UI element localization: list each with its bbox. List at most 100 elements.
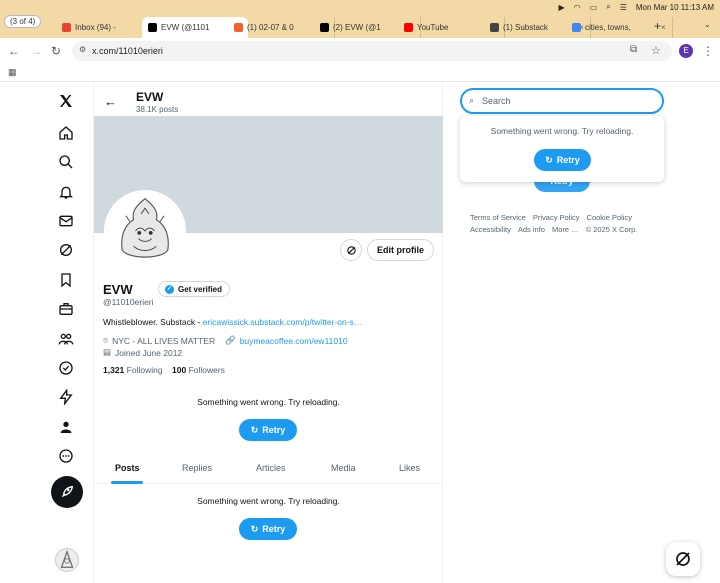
refresh-icon: ↻ [250, 523, 259, 534]
new-tab-icon[interactable]: + [654, 19, 661, 33]
post-button[interactable] [51, 476, 83, 508]
profile-joined: Joined June 2012 [115, 347, 183, 358]
tab-favicon-icon [572, 23, 581, 32]
notifications-bell-icon[interactable] [56, 182, 76, 202]
profile-location: NYC - ALL LIVES MATTER [112, 335, 216, 346]
bookmark-star-icon[interactable]: ☆ [651, 44, 661, 57]
search-error-message: Something went wrong. Try reloading. [490, 126, 634, 136]
back-arrow-icon[interactable]: ← [104, 94, 117, 109]
site-info-icon[interactable]: ⚙ [79, 45, 86, 54]
terms-link[interactable]: Terms of Service [470, 213, 526, 222]
link-icon: 🔗 [225, 335, 236, 345]
search-input[interactable]: ⌕ Search [460, 88, 664, 114]
retry-label: Retry [262, 524, 286, 534]
retry-button-posts[interactable]: ↻ Retry [239, 518, 297, 540]
tab-close-icon[interactable]: × [661, 23, 666, 32]
search-icon[interactable]: ⌕ [606, 2, 610, 12]
more-link[interactable]: More … [552, 225, 579, 234]
followers-count: 100 [172, 365, 187, 375]
tab-title: EVW (@1101 [161, 23, 210, 32]
following-link[interactable]: 1,321 Following [103, 365, 163, 375]
tab-search-chevron-down-icon[interactable]: ⌄ [704, 20, 711, 29]
followers-label: Followers [188, 365, 225, 375]
profile-website[interactable]: buymeacoffee.com/ew11010 [240, 336, 348, 346]
tab-posts[interactable]: Posts [115, 463, 140, 473]
followers-link[interactable]: 100 Followers [172, 365, 225, 375]
tab-likes[interactable]: Likes [399, 463, 420, 473]
bookmarks-bar: ▦ [0, 64, 720, 82]
calendar-icon: ▤ [103, 347, 112, 357]
grok-icon [676, 552, 690, 566]
explore-search-icon[interactable] [56, 152, 76, 172]
tab-replies[interactable]: Replies [182, 463, 212, 473]
profile-bio: Whistleblower. Substack - ericawissick.s… [103, 317, 362, 327]
home-icon[interactable] [56, 123, 76, 143]
grok-icon[interactable] [56, 240, 76, 260]
retry-button-highlights[interactable]: ↻ Retry [239, 419, 297, 441]
cookie-link[interactable]: Cookie Policy [587, 213, 632, 222]
menu-icon[interactable]: ⋮ [702, 44, 714, 58]
messages-envelope-icon[interactable] [56, 211, 76, 231]
x-profile-page: ← EVW 38.1K posts Edit profile EVW ✓ Get… [0, 82, 720, 583]
more-options-icon[interactable] [56, 446, 76, 466]
play-icon[interactable]: ▶ [559, 3, 565, 12]
search-retry-button[interactable]: ↻ Retry [534, 149, 591, 171]
bio-text: Whistleblower. Substack - [103, 317, 203, 327]
cast-icon[interactable]: ⧉ [630, 44, 637, 55]
tab-favicon-icon [148, 23, 157, 32]
forward-icon[interactable]: → [30, 44, 42, 58]
profile-person-icon[interactable] [56, 417, 76, 437]
bio-link[interactable]: ericawissick.substack.com/p/twitter-on-s… [203, 317, 363, 327]
control-center-icon[interactable]: ☰ [620, 3, 627, 12]
tab-media[interactable]: Media [331, 463, 356, 473]
edit-profile-button[interactable]: Edit profile [367, 239, 434, 261]
premium-lightning-icon[interactable] [56, 387, 76, 407]
get-verified-button[interactable]: ✓ Get verified [158, 281, 231, 297]
x-logo-icon[interactable] [56, 91, 76, 111]
profile-location-row: ⌾ NYC - ALL LIVES MATTER 🔗 buymeacoffee.… [103, 335, 348, 346]
posts-count: 38.1K posts [136, 105, 179, 114]
refresh-icon: ↻ [250, 424, 259, 435]
left-navigation [50, 82, 90, 583]
url-field[interactable]: ⚙ x.com/11010erieri [72, 41, 672, 61]
tab-title: Inbox (94) - [75, 23, 116, 32]
get-verified-label: Get verified [178, 284, 223, 294]
clock[interactable]: Mon Mar 10 11:13 AM [636, 3, 714, 12]
profile-main-column: ← EVW 38.1K posts Edit profile EVW ✓ Get… [93, 82, 443, 583]
compose-feather-icon [61, 485, 74, 498]
tab-count-badge: (3 of 4) [4, 15, 42, 28]
retry-label: Retry [262, 425, 286, 435]
back-icon[interactable]: ← [8, 44, 20, 58]
profile-tabs: Posts Replies Articles Media Likes [94, 454, 443, 484]
wifi-icon[interactable]: ◠ [574, 3, 581, 12]
verified-orgs-icon[interactable] [56, 358, 76, 378]
os-menu-bar: ▶ ◠ ▭ ⌕ ☰ Mon Mar 10 11:13 AM [0, 0, 720, 14]
tab-title: (1) 02-07 & 0 [247, 23, 294, 32]
accessibility-link[interactable]: Accessibility [470, 225, 511, 234]
search-dropdown: Something went wrong. Try reloading. ↻ Re… [460, 116, 664, 182]
bookmarks-icon[interactable] [56, 270, 76, 290]
privacy-link[interactable]: Privacy Policy [533, 213, 580, 222]
account-avatar[interactable] [55, 548, 79, 572]
footer-links: Terms of Service Privacy Policy Cookie Pol… [470, 212, 660, 236]
search-placeholder: Search [482, 96, 511, 106]
following-count: 1,321 [103, 365, 125, 375]
reload-icon[interactable]: ↻ [51, 44, 61, 58]
communities-icon[interactable] [56, 329, 76, 349]
tab-title: YouTube [417, 23, 449, 32]
battery-icon[interactable]: ▭ [590, 3, 598, 12]
apps-grid-icon[interactable]: ▦ [8, 67, 17, 78]
grok-floating-button[interactable] [666, 542, 700, 576]
profile-avatar-image[interactable] [104, 190, 186, 272]
tab-favicon-icon [234, 23, 243, 32]
jobs-briefcase-icon[interactable] [56, 299, 76, 319]
right-sidebar: Retry ⌕ Search Something went wrong. Try… [460, 82, 670, 583]
error-message-highlights: Something went wrong. Try reloading. [197, 397, 340, 407]
tab-favicon-icon [490, 23, 499, 32]
tab-favicon-icon [62, 23, 71, 32]
tab-articles[interactable]: Articles [256, 463, 286, 473]
ads-info-link[interactable]: Ads info [518, 225, 545, 234]
grok-profile-button[interactable] [340, 239, 362, 261]
following-label: Following [126, 365, 163, 375]
profile-avatar[interactable]: E [679, 44, 693, 58]
